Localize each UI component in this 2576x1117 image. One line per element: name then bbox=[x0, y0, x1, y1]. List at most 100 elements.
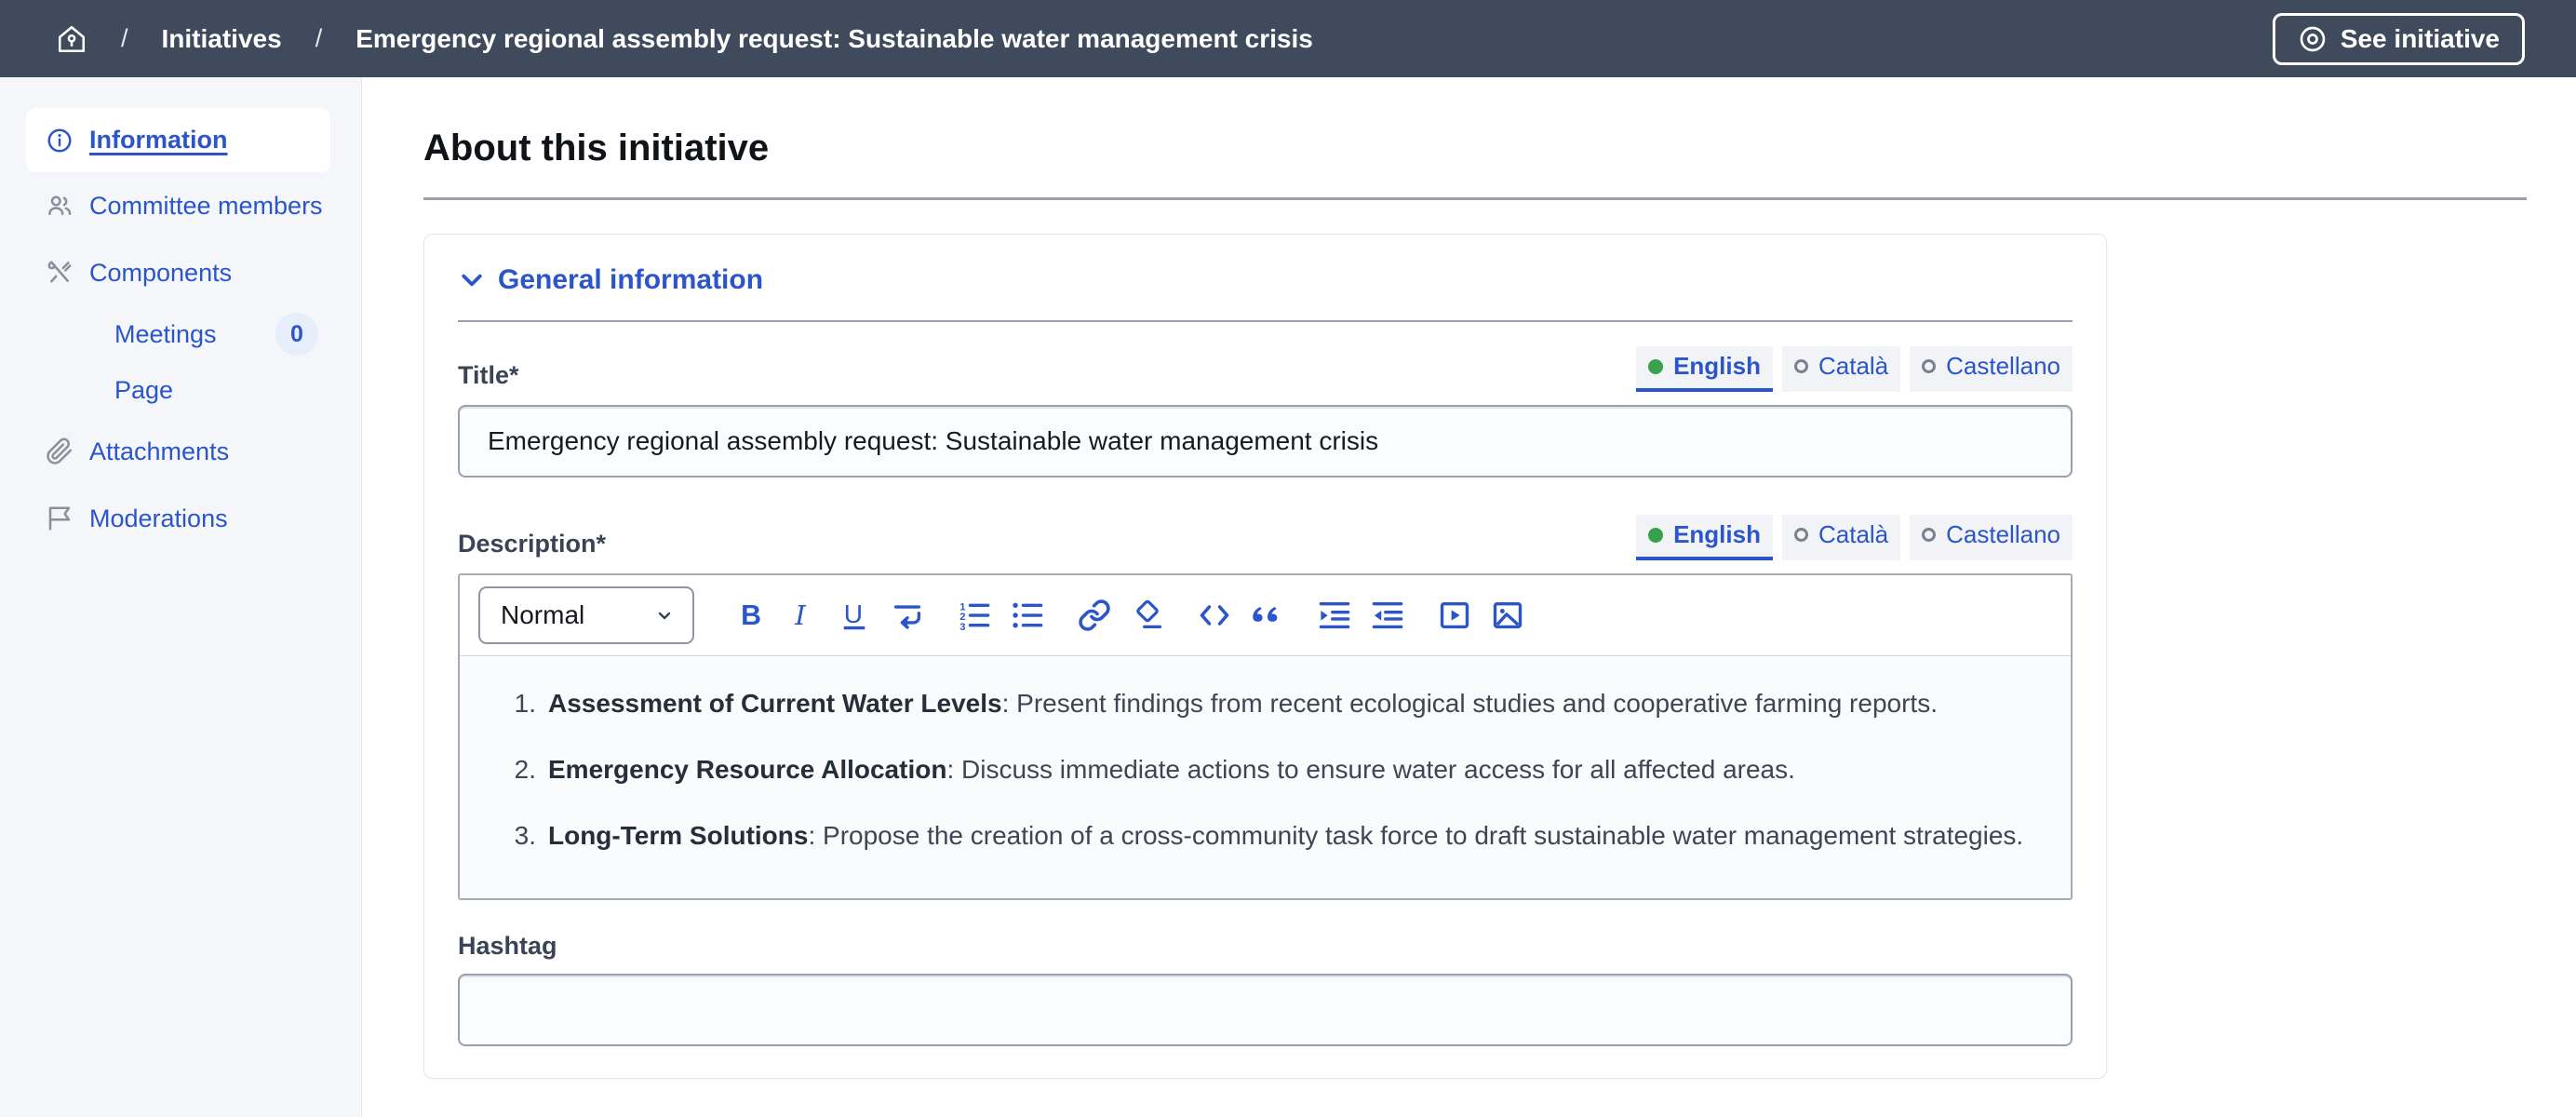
language-tab-english[interactable]: English bbox=[1636, 346, 1773, 392]
sidebar-item-committee-members[interactable]: Committee members bbox=[0, 172, 361, 239]
paperclip-icon bbox=[45, 437, 74, 465]
sidebar-item-label: Meetings bbox=[114, 320, 217, 349]
language-tab-label: Castellano bbox=[1946, 520, 2060, 549]
untranslated-circle-icon bbox=[1794, 359, 1808, 373]
svg-text:3: 3 bbox=[959, 622, 965, 632]
list-item-rest-text: : Discuss immediate actions to ensure wa… bbox=[946, 755, 1794, 784]
ordered-list-icon[interactable]: 1 2 3 bbox=[956, 597, 993, 634]
info-icon bbox=[45, 127, 74, 155]
list-item-text: Assessment of Current Water Levels: Pres… bbox=[548, 679, 1938, 729]
svg-text:I: I bbox=[794, 599, 807, 631]
language-tab-label: English bbox=[1673, 520, 1761, 549]
editor-toolbar: Normal B I U bbox=[460, 575, 2071, 656]
line-break-icon[interactable] bbox=[889, 597, 926, 634]
link-icon[interactable] bbox=[1076, 597, 1113, 634]
video-icon[interactable] bbox=[1436, 597, 1473, 634]
untranslated-circle-icon bbox=[1922, 359, 1936, 373]
sidebar-item-label: Components bbox=[89, 259, 232, 288]
sidebar-item-attachments[interactable]: Attachments bbox=[0, 418, 361, 485]
list-item-number: 3. bbox=[499, 811, 536, 861]
paragraph-style-value: Normal bbox=[501, 600, 584, 630]
svg-text:U: U bbox=[844, 599, 863, 628]
description-rich-text-editor: Normal B I U bbox=[458, 573, 2073, 900]
sidebar-item-information[interactable]: Information bbox=[26, 108, 330, 172]
breadcrumb: / Initiatives / Emergency regional assem… bbox=[56, 23, 1313, 55]
title-field-label: Title* bbox=[458, 361, 519, 392]
editor-list-item: 1. Assessment of Current Water Levels: P… bbox=[499, 679, 2032, 729]
code-block-icon[interactable] bbox=[1196, 597, 1233, 634]
language-tab-label: Català bbox=[1818, 352, 1888, 381]
general-information-toggle[interactable]: General information bbox=[458, 264, 2073, 296]
section-title: General information bbox=[498, 264, 763, 296]
language-tab-catala[interactable]: Català bbox=[1782, 346, 1900, 392]
people-icon bbox=[45, 192, 74, 220]
language-tab-castellano[interactable]: Castellano bbox=[1910, 346, 2073, 392]
editor-content-area[interactable]: 1. Assessment of Current Water Levels: P… bbox=[460, 656, 2071, 898]
clear-format-icon[interactable] bbox=[1129, 597, 1166, 634]
sidebar-item-label: Page bbox=[114, 376, 173, 405]
list-item-number: 1. bbox=[499, 679, 536, 729]
outdent-icon[interactable] bbox=[1369, 597, 1406, 634]
underline-icon[interactable]: U bbox=[836, 597, 873, 634]
see-initiative-label: See initiative bbox=[2341, 24, 2500, 54]
language-tab-label: Castellano bbox=[1946, 352, 2060, 381]
sidebar: Information Committee members Components bbox=[0, 77, 362, 1117]
see-initiative-button[interactable]: See initiative bbox=[2273, 13, 2525, 65]
list-item-bold-text: Long-Term Solutions bbox=[548, 821, 808, 850]
blockquote-icon[interactable] bbox=[1249, 597, 1286, 634]
editor-list-item: 3. Long-Term Solutions: Propose the crea… bbox=[499, 811, 2032, 861]
language-tab-english[interactable]: English bbox=[1636, 515, 1773, 560]
italic-icon[interactable]: I bbox=[783, 597, 820, 634]
sidebar-item-components[interactable]: Components bbox=[0, 239, 361, 306]
list-item-number: 2. bbox=[499, 745, 536, 795]
list-item-bold-text: Assessment of Current Water Levels bbox=[548, 689, 1002, 718]
untranslated-circle-icon bbox=[1922, 528, 1936, 542]
chevron-down-icon bbox=[458, 266, 486, 294]
sidebar-item-page[interactable]: Page bbox=[0, 362, 361, 418]
chevron-down-icon bbox=[653, 604, 676, 626]
page-title-divider bbox=[423, 197, 2527, 200]
svg-text:B: B bbox=[741, 600, 761, 631]
paragraph-style-select[interactable]: Normal bbox=[478, 586, 694, 644]
editor-list-item: 2. Emergency Resource Allocation: Discus… bbox=[499, 745, 2032, 795]
translated-dot-icon bbox=[1648, 528, 1663, 543]
section-divider bbox=[458, 320, 2073, 322]
description-field-label: Description* bbox=[458, 530, 606, 560]
description-language-tabs: English Català Castellano bbox=[1636, 515, 2073, 560]
breadcrumb-initiatives[interactable]: Initiatives bbox=[162, 24, 282, 54]
language-tab-label: English bbox=[1673, 352, 1761, 381]
home-icon[interactable] bbox=[56, 23, 87, 55]
indent-icon[interactable] bbox=[1316, 597, 1353, 634]
hashtag-field-label: Hashtag bbox=[458, 932, 557, 962]
sidebar-item-moderations[interactable]: Moderations bbox=[0, 485, 361, 552]
image-icon[interactable] bbox=[1489, 597, 1526, 634]
sidebar-item-label: Committee members bbox=[89, 192, 323, 221]
list-item-rest-text: : Present findings from recent ecologica… bbox=[1002, 689, 1938, 718]
bullet-list-icon[interactable] bbox=[1009, 597, 1046, 634]
sidebar-item-label: Information bbox=[89, 126, 228, 155]
topbar: / Initiatives / Emergency regional assem… bbox=[0, 0, 2576, 77]
meetings-count-badge: 0 bbox=[275, 313, 318, 356]
bold-icon[interactable]: B bbox=[730, 597, 767, 634]
list-item-text: Long-Term Solutions: Propose the creatio… bbox=[548, 811, 2023, 861]
list-item-bold-text: Emergency Resource Allocation bbox=[548, 755, 946, 784]
list-item-text: Emergency Resource Allocation: Discuss i… bbox=[548, 745, 1795, 795]
sidebar-item-label: Attachments bbox=[89, 437, 229, 466]
breadcrumb-current-page: Emergency regional assembly request: Sus… bbox=[356, 24, 1313, 54]
language-tab-castellano[interactable]: Castellano bbox=[1910, 515, 2073, 560]
general-information-card: General information Title* English Catal… bbox=[423, 234, 2107, 1079]
title-language-tabs: English Català Castellano bbox=[1636, 346, 2073, 392]
sidebar-item-meetings[interactable]: Meetings 0 bbox=[0, 306, 361, 362]
sidebar-item-label: Moderations bbox=[89, 505, 228, 533]
breadcrumb-separator: / bbox=[315, 24, 323, 53]
eye-icon bbox=[2298, 24, 2328, 54]
main-content: About this initiative General informatio… bbox=[362, 77, 2576, 1117]
breadcrumb-separator: / bbox=[121, 24, 128, 53]
language-tab-label: Català bbox=[1818, 520, 1888, 549]
language-tab-catala[interactable]: Català bbox=[1782, 515, 1900, 560]
translated-dot-icon bbox=[1648, 359, 1663, 374]
hashtag-input[interactable] bbox=[458, 974, 2073, 1046]
title-input[interactable] bbox=[458, 405, 2073, 478]
flag-icon bbox=[45, 505, 74, 532]
page-title: About this initiative bbox=[423, 128, 2527, 169]
